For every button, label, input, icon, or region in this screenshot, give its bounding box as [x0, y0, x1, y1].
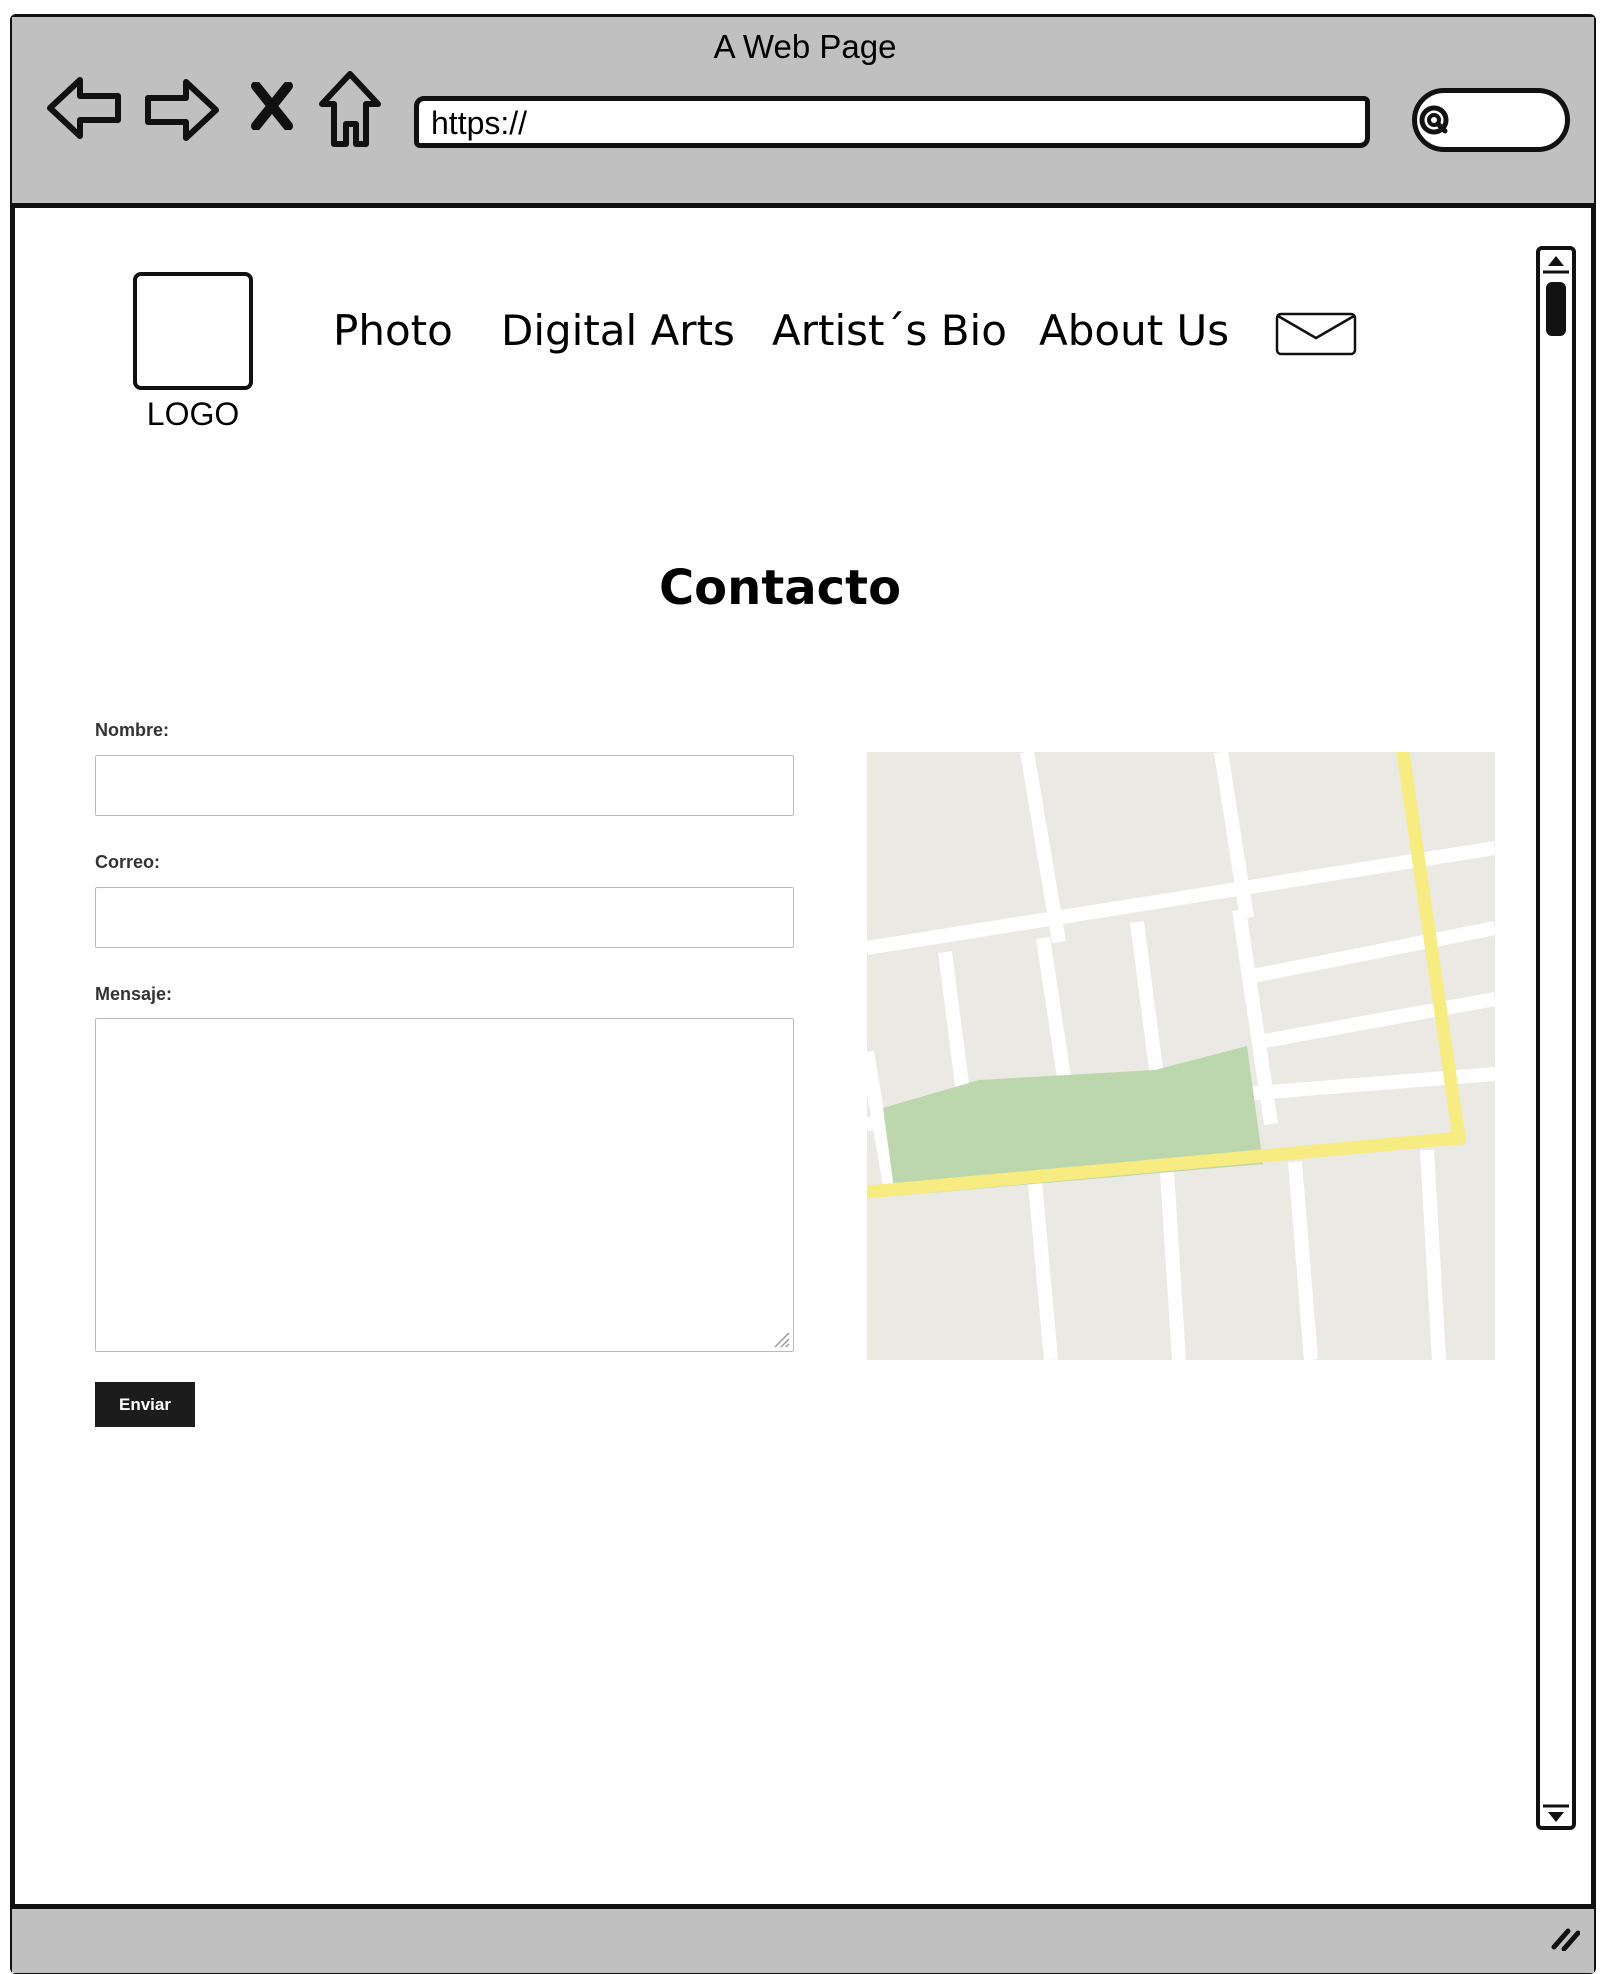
- window-resize-icon[interactable]: [1550, 1921, 1580, 1951]
- nav-link-photo[interactable]: Photo: [333, 306, 453, 355]
- forward-arrow-icon[interactable]: [142, 76, 220, 144]
- scrollbar-thumb[interactable]: [1546, 282, 1566, 336]
- email-field[interactable]: [95, 887, 794, 948]
- nav-link-artists-bio[interactable]: Artist´s Bio: [772, 306, 1007, 355]
- status-bar: [12, 1904, 1594, 1973]
- back-arrow-icon[interactable]: [46, 76, 124, 140]
- message-label: Mensaje:: [95, 984, 173, 1004]
- submit-button[interactable]: Enviar: [95, 1382, 195, 1427]
- logo-placeholder[interactable]: [133, 272, 253, 390]
- name-label: Nombre:: [95, 720, 170, 740]
- search-icon: [1419, 105, 1449, 135]
- nav-link-about-us[interactable]: About Us: [1039, 306, 1229, 355]
- address-bar-text: https://: [431, 105, 528, 141]
- vertical-scrollbar[interactable]: [1536, 246, 1576, 1830]
- name-field[interactable]: [95, 755, 794, 816]
- address-bar[interactable]: https://: [414, 96, 1370, 148]
- home-icon[interactable]: [318, 70, 382, 148]
- page-title: Contacto: [658, 560, 902, 616]
- window-title: A Web Page: [713, 28, 897, 65]
- message-textarea[interactable]: [95, 1018, 794, 1352]
- textarea-resize-icon[interactable]: [769, 1327, 791, 1349]
- email-label: Correo:: [95, 852, 161, 872]
- location-map[interactable]: [867, 752, 1495, 1360]
- scroll-up-icon[interactable]: [1539, 250, 1573, 278]
- stop-icon[interactable]: [250, 82, 294, 130]
- envelope-icon[interactable]: [1275, 312, 1357, 356]
- logo-label: LOGO: [146, 396, 240, 432]
- scroll-down-icon[interactable]: [1539, 1800, 1573, 1830]
- nav-link-digital-arts[interactable]: Digital Arts: [501, 306, 735, 355]
